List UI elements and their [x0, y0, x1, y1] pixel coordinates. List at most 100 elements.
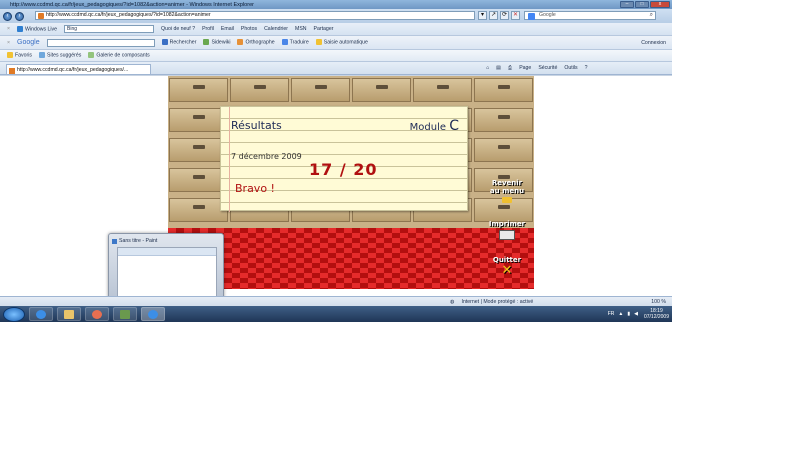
- taskbar-paint[interactable]: [113, 307, 137, 321]
- windows-live-toolbar: × Windows Live Bing Quoi de neuf ? Profi…: [0, 23, 672, 36]
- address-url: http://www.ccdmd.qc.ca/fr/jeux_pedagogiq…: [46, 12, 211, 18]
- bing-search-field[interactable]: Bing: [64, 25, 155, 33]
- star-icon: [7, 52, 13, 59]
- google-item-1[interactable]: Sidewiki: [203, 39, 231, 46]
- sidewiki-icon: [203, 39, 210, 46]
- google-item-2[interactable]: Orthographe: [237, 39, 275, 46]
- suggested-sites-link[interactable]: Sites suggérés: [39, 52, 82, 59]
- safety-menu[interactable]: Sécurité: [538, 65, 557, 71]
- results-sheet: Résultats Module C 7 décembre 2009 17 / …: [220, 106, 468, 212]
- language-indicator[interactable]: FR: [608, 311, 615, 317]
- close-button[interactable]: x: [650, 1, 670, 8]
- wl-item-2[interactable]: Email: [221, 26, 234, 32]
- clock-date: 07/12/2009: [643, 314, 669, 320]
- wl-item-6[interactable]: Partager: [314, 26, 334, 32]
- clock[interactable]: 18:19 07/12/2009: [644, 308, 669, 320]
- web-slice-gallery-link[interactable]: Galerie de composants: [88, 52, 150, 59]
- score: 17 / 20: [309, 160, 378, 179]
- search-icon: [161, 39, 168, 46]
- google-item-label: Saisie automatique: [323, 39, 368, 46]
- favorites-label: Favoris: [15, 52, 33, 59]
- back-to-menu-button[interactable]: Revenir au menu: [482, 179, 532, 203]
- return-arrow-icon: [502, 197, 512, 203]
- google-item-label: Traduire: [289, 39, 309, 46]
- maximize-button[interactable]: □: [635, 1, 649, 8]
- zoom-level[interactable]: 100 %: [651, 299, 666, 305]
- refresh-icon[interactable]: ⟳: [500, 11, 509, 20]
- wl-item-5[interactable]: MSN: [295, 26, 307, 32]
- ie-icon: [36, 309, 46, 319]
- toolbar-close-icon[interactable]: ×: [7, 26, 10, 32]
- favorites-bar: Favoris Sites suggérés Galerie de compos…: [0, 50, 672, 62]
- module-indicator: Module C: [410, 118, 459, 134]
- google-item-label: Orthographe: [245, 39, 275, 46]
- dropdown-arrow-icon[interactable]: ▾: [478, 11, 487, 20]
- search-icon[interactable]: ⌕: [650, 12, 653, 19]
- window-title: http://www.ccdmd.qc.ca/fr/jeux_pedagogiq…: [10, 1, 254, 8]
- start-button[interactable]: [3, 306, 25, 322]
- favorites-button[interactable]: Favoris: [7, 52, 33, 59]
- slice-icon: [88, 52, 95, 59]
- tab-label: http://www.ccdmd.qc.ca/fr/jeux_pedagogiq…: [17, 67, 129, 73]
- taskbar-ie-active[interactable]: [141, 307, 165, 321]
- address-row: ‹ › http://www.ccdmd.qc.ca/fr/jeux_pedag…: [0, 9, 672, 23]
- home-icon[interactable]: ⌂: [486, 65, 489, 71]
- results-title: Résultats: [231, 119, 282, 132]
- tools-menu[interactable]: Outils: [564, 65, 577, 71]
- wl-item-3[interactable]: Photos: [241, 26, 257, 32]
- stop-icon[interactable]: ✕: [511, 11, 520, 20]
- compat-view-icon[interactable]: ↗: [489, 11, 498, 20]
- back-button[interactable]: ‹: [3, 11, 12, 21]
- help-icon[interactable]: ?: [585, 65, 588, 71]
- site-icon: [9, 68, 15, 74]
- ie-icon: [39, 52, 46, 59]
- volume-icon[interactable]: ◀: [634, 311, 638, 317]
- windows-live-label: Windows Live: [25, 26, 58, 33]
- page-menu[interactable]: Page: [519, 65, 531, 71]
- tab-active[interactable]: http://www.ccdmd.qc.ca/fr/jeux_pedagogiq…: [6, 64, 151, 74]
- wl-item-1[interactable]: Profil: [202, 26, 214, 32]
- google-item-label: Sidewiki: [211, 39, 231, 46]
- network-icon[interactable]: ▮: [627, 311, 630, 317]
- feeds-icon[interactable]: ▤: [496, 65, 501, 71]
- print-button[interactable]: Imprimer: [482, 220, 532, 240]
- windows-live-icon: [17, 25, 24, 32]
- windows-live-brand[interactable]: Windows Live: [17, 25, 58, 33]
- autofill-icon: [315, 39, 322, 46]
- back-to-menu-label-2: au menu: [489, 187, 525, 195]
- quit-button[interactable]: Quitter ✕: [482, 256, 532, 277]
- paint-icon: [120, 309, 130, 319]
- taskbar-explorer[interactable]: [57, 307, 81, 321]
- minimize-button[interactable]: –: [620, 1, 634, 8]
- address-field[interactable]: http://www.ccdmd.qc.ca/fr/jeux_pedagogiq…: [35, 11, 475, 20]
- search-input[interactable]: Google ⌕: [524, 11, 656, 20]
- search-placeholder: Google: [539, 12, 556, 18]
- media-player-icon: [92, 309, 102, 319]
- print-label: Imprimer: [488, 220, 526, 228]
- security-zone[interactable]: Internet | Mode protégé : activé: [462, 299, 534, 305]
- globe-icon: ◍: [450, 298, 455, 305]
- connexion-link[interactable]: Connexion: [641, 40, 666, 46]
- taskbar-media-player[interactable]: [85, 307, 109, 321]
- taskbar-thumbnail-preview[interactable]: Sans titre - Paint: [108, 233, 224, 301]
- window-titlebar[interactable]: http://www.ccdmd.qc.ca/fr/jeux_pedagogiq…: [0, 0, 672, 9]
- tab-bar: http://www.ccdmd.qc.ca/fr/jeux_pedagogiq…: [0, 62, 672, 75]
- toolbar-close-icon[interactable]: ×: [7, 40, 10, 46]
- taskbar: FR ▲ ▮ ◀ 18:19 07/12/2009: [0, 306, 672, 322]
- google-item-3[interactable]: Traduire: [281, 39, 309, 46]
- google-search-field[interactable]: [46, 38, 155, 47]
- system-tray: FR ▲ ▮ ◀ 18:19 07/12/2009: [550, 306, 672, 322]
- wl-item-4[interactable]: Calendrier: [264, 26, 288, 32]
- google-item-0[interactable]: Rechercher: [161, 39, 197, 46]
- fav-item-label: Galerie de composants: [96, 52, 150, 59]
- google-item-4[interactable]: Saisie automatique: [315, 39, 368, 46]
- print-icon[interactable]: ⎙: [508, 65, 512, 72]
- site-icon: [38, 13, 44, 19]
- wl-item-0[interactable]: Quoi de neuf ?: [161, 26, 195, 32]
- results-date: 7 décembre 2009: [231, 152, 302, 161]
- google-item-label: Rechercher: [169, 39, 197, 46]
- fav-item-label: Sites suggérés: [47, 52, 82, 59]
- tray-arrow-icon[interactable]: ▲: [618, 311, 623, 317]
- forward-button[interactable]: ›: [15, 11, 24, 21]
- taskbar-ie[interactable]: [29, 307, 53, 321]
